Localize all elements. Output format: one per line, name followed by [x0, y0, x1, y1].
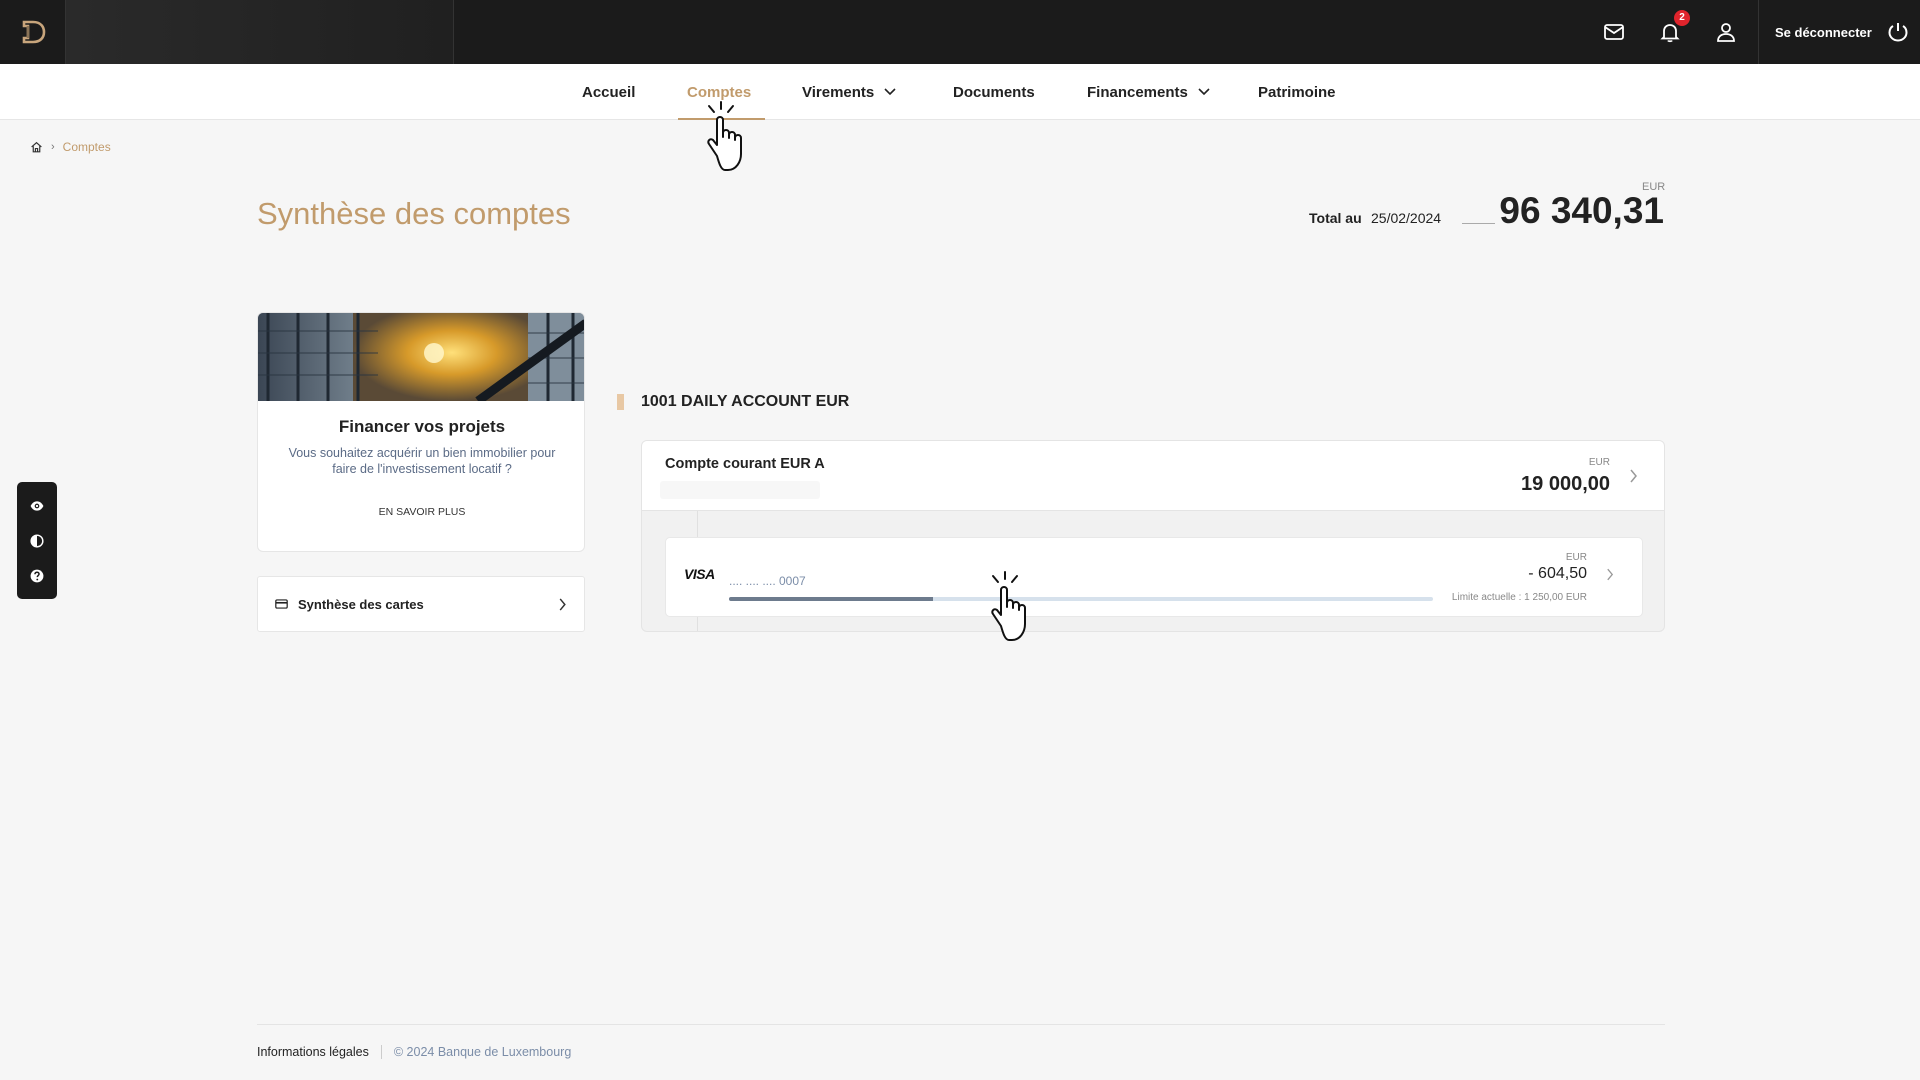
nav-label: Comptes [687, 83, 752, 101]
account-balance: 19 000,00 [1521, 473, 1610, 495]
nav-item-comptes[interactable]: Comptes [687, 64, 751, 120]
nav-item-virements[interactable]: Virements [802, 64, 896, 120]
chevron-right-icon [1630, 469, 1637, 483]
footer: Informations légales © 2024 Banque de Lu… [257, 1045, 571, 1059]
bank-logo[interactable] [18, 16, 50, 48]
card-usage-bar [729, 597, 1433, 601]
mail-icon[interactable] [1600, 18, 1628, 46]
help-icon [30, 569, 44, 582]
breadcrumb-separator: › [51, 141, 55, 153]
promo-text: Vous souhaitez acquérir un bien immobili… [288, 446, 556, 476]
logout-label: Se déconnecter [1775, 24, 1872, 40]
chevron-right-icon [559, 597, 566, 611]
account-number-placeholder [660, 481, 820, 499]
contrast-icon [30, 533, 44, 548]
card-usage-fill [729, 597, 934, 601]
account-currency: EUR [1588, 457, 1610, 468]
chevron-right-icon [1607, 568, 1614, 581]
promo-image [258, 313, 584, 401]
help-button[interactable] [23, 562, 51, 590]
account-group: Compte courant EUR A EUR 19 000,00 VISA … [641, 440, 1665, 632]
total-dash [1462, 223, 1495, 224]
nav-item-accueil[interactable]: Accueil [582, 64, 635, 120]
card-limit: Limite actuelle : 1 250,00 EUR [1451, 592, 1587, 603]
card-currency: EUR [1565, 552, 1587, 563]
accessibility-toolbar [17, 482, 57, 599]
nav-label: Financements [1087, 83, 1188, 101]
logout-divider [1758, 0, 1759, 64]
notification-bell-icon[interactable]: 2 [1656, 10, 1690, 46]
visa-logo: VISA [684, 566, 715, 582]
breadcrumb: › Comptes [30, 140, 111, 154]
notification-badge: 2 [1674, 10, 1690, 26]
active-tab-indicator [678, 118, 765, 120]
promo-card: Financer vos projets Vous souhaitez acqu… [257, 312, 585, 552]
user-profile-icon[interactable] [1712, 18, 1740, 46]
contrast-toggle[interactable] [23, 527, 51, 555]
nav-label: Patrimoine [1258, 83, 1336, 101]
card-row[interactable]: VISA .... .... .... 0007 EUR - 604,50 Li… [665, 537, 1643, 617]
account-row[interactable]: Compte courant EUR A EUR 19 000,00 [642, 441, 1664, 511]
chevron-down-icon [1198, 88, 1210, 96]
visibility-toggle[interactable] [23, 492, 51, 520]
nav-item-patrimoine[interactable]: Patrimoine [1258, 64, 1336, 120]
eye-icon [30, 500, 44, 511]
home-icon[interactable] [30, 141, 43, 154]
nav-item-financements[interactable]: Financements [1087, 64, 1210, 120]
nav-item-documents[interactable]: Documents [953, 64, 1035, 120]
footer-divider [257, 1024, 1665, 1025]
copyright: © 2024 Banque de Luxembourg [393, 1045, 572, 1059]
total-label: Total au [1309, 210, 1362, 226]
section-marker [617, 394, 624, 410]
card-balance: - 604,50 [1528, 565, 1587, 582]
breadcrumb-current[interactable]: Comptes [63, 140, 111, 154]
nav-label: Documents [953, 83, 1035, 101]
total-amount: 96 340,31 [1499, 190, 1664, 231]
card-number: .... .... .... 0007 [729, 574, 806, 588]
account-group-title: 1001 DAILY ACCOUNT EUR [641, 393, 850, 410]
account-name: Compte courant EUR A [665, 456, 825, 472]
total-date: 25/02/2024 [1371, 210, 1442, 226]
page-title: Synthèse des comptes [257, 196, 571, 231]
power-icon [1888, 23, 1908, 42]
cards-summary-label: Synthèse des cartes [298, 596, 424, 612]
top-bar: 2 Se déconnecter [0, 0, 1920, 64]
legal-info-link[interactable]: Informations légales [257, 1045, 369, 1059]
promo-title: Financer vos projets [338, 417, 506, 436]
logout-button[interactable]: Se déconnecter [1775, 0, 1910, 64]
nav-label: Virements [802, 83, 875, 101]
footer-separator [380, 1045, 382, 1059]
nav-label: Accueil [582, 83, 636, 101]
learn-more-link[interactable]: EN SAVOIR PLUS [258, 506, 584, 518]
topbar-panel [65, 0, 454, 64]
chevron-down-icon [884, 88, 896, 96]
cards-summary-button[interactable]: Synthèse des cartes [257, 576, 585, 632]
main-navigation: Accueil Comptes Virements Documents Fina… [0, 64, 1920, 120]
credit-card-icon [275, 599, 288, 609]
